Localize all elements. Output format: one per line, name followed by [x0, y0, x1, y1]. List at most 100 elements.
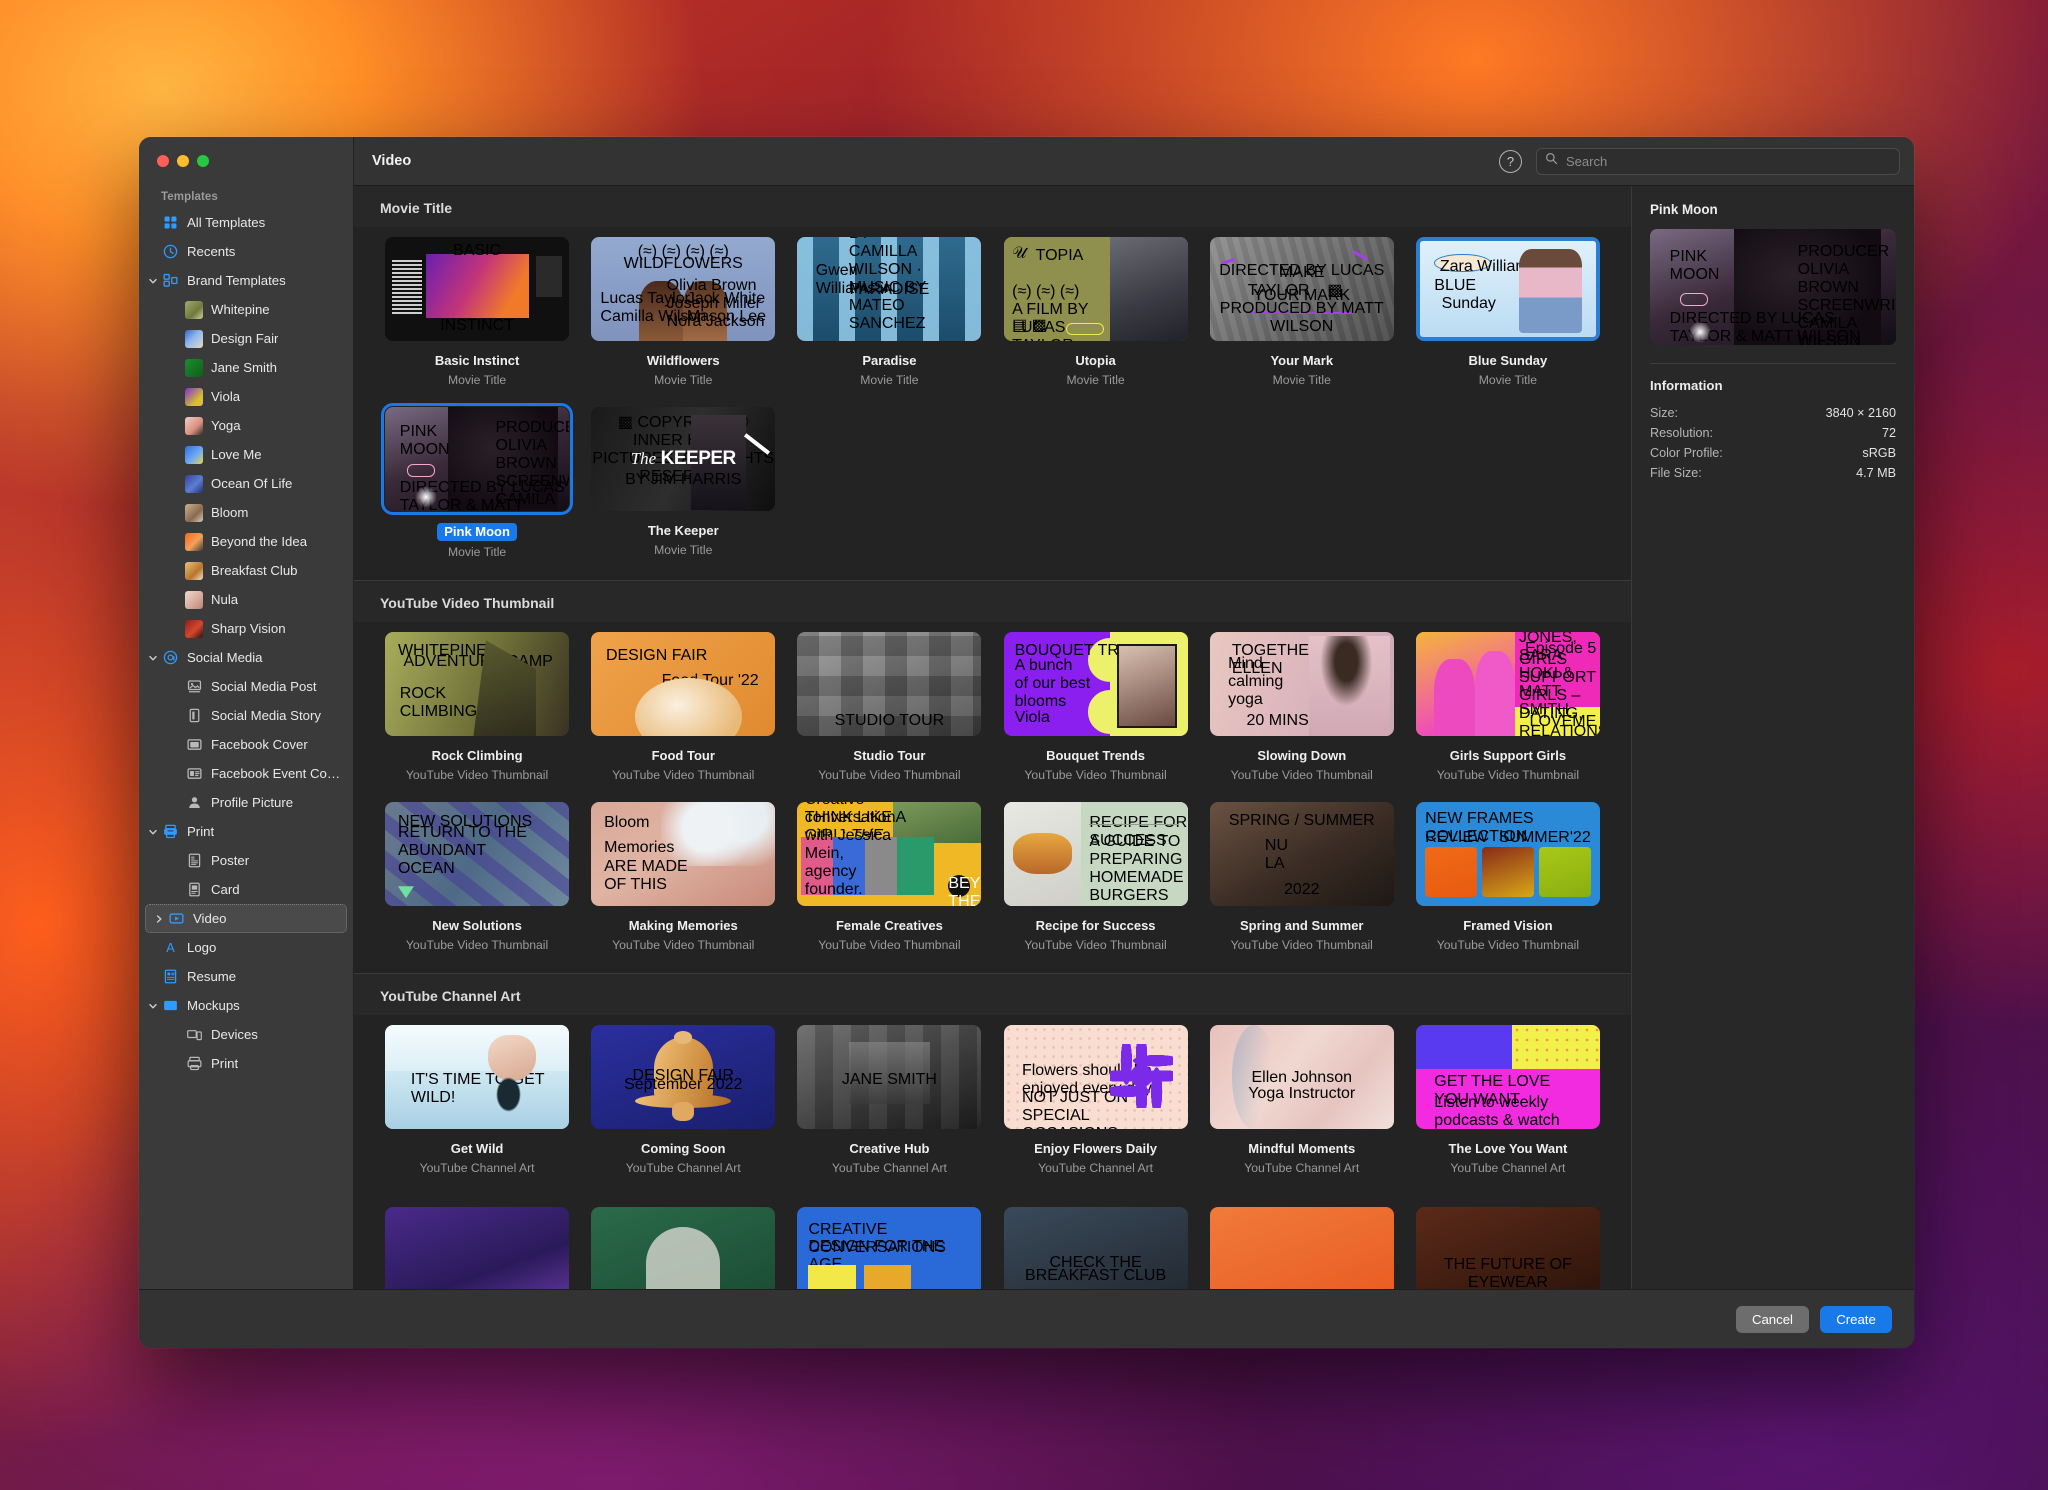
template-thumbnail[interactable] — [385, 1206, 570, 1289]
help-icon[interactable]: ? — [1499, 149, 1522, 173]
sidebar-item-social-media-story[interactable]: Social Media Story — [139, 701, 353, 730]
template-thumbnail[interactable]: WHITEPINE ADVENTURE CAMP ROCK CLIMBING — [385, 632, 570, 736]
chevron-down-icon[interactable] — [145, 1001, 161, 1011]
template-card[interactable]: IT'S TIME TO GET WILD! Get Wild YouTube C… — [378, 1019, 576, 1185]
template-thumbnail[interactable]: NEW FRAMES COLLECTION REVIEW SUMMER'22 — [1415, 801, 1600, 906]
template-card[interactable]: DESIGN FAIR Food Tour '22 Food Tour YouTu… — [584, 626, 782, 792]
template-thumbnail[interactable]: GET THE LOVE YOU WANT Listen to weekly po… — [1415, 1025, 1600, 1129]
template-card[interactable]: Zara Williams BLUE Sunday Blue Sunday Mov… — [1409, 231, 1607, 397]
template-thumbnail[interactable] — [1209, 1206, 1394, 1289]
sidebar-item-social-media-post[interactable]: Social Media Post — [139, 672, 353, 701]
template-thumbnail[interactable]: PINKMOON DIRECTED BY LUCASTAYLOR & MATT … — [381, 402, 574, 515]
template-card[interactable]: Flowers should be enjoyed every day NOT J… — [997, 1019, 1195, 1185]
template-card[interactable]: WHITEPINE ADVENTURE CAMP ROCK CLIMBING Roc… — [378, 626, 576, 792]
template-thumbnail[interactable]: BOUQUET TRENDS A bunch of our best blooms … — [1003, 632, 1188, 736]
sidebar-item-design-fair[interactable]: Design Fair — [139, 324, 353, 353]
template-card[interactable]: 𝒰 TOPIA (≈) (≈) (≈) A FILM BY LUCAS TAYL… — [997, 231, 1195, 397]
template-thumbnail[interactable]: Episode 5 GIRLS SUPPORT GIRLS – DATING, RE… — [1415, 632, 1600, 736]
template-thumbnail[interactable]: DESIGN FAIR Food Tour '22 — [591, 632, 776, 736]
template-card[interactable]: RECIPE FOR SUCCESS A GUIDE TO PREPARING HO… — [997, 796, 1195, 962]
template-thumbnail[interactable]: 𝒰 TOPIA (≈) (≈) (≈) A FILM BY LUCAS TAYL… — [1003, 237, 1188, 341]
template-thumbnail[interactable]: SPRING / SUMMER NU LA 2022 — [1209, 801, 1394, 906]
sidebar-item-viola[interactable]: Viola — [139, 382, 353, 411]
template-thumbnail[interactable]: IT'S TIME TO GET WILD! — [385, 1025, 570, 1129]
template-card[interactable]: SPRING / SUMMER NU LA 2022 Spring and Summ… — [1203, 796, 1401, 962]
template-card[interactable] — [584, 1201, 782, 1289]
template-card[interactable]: GET THE LOVE YOU WANT Listen to weekly po… — [1409, 1019, 1607, 1185]
sidebar-item-bloom[interactable]: Bloom — [139, 498, 353, 527]
sidebar-item-facebook-cover[interactable]: Facebook Cover — [139, 730, 353, 759]
template-card[interactable]: Episode 5 GIRLS SUPPORT GIRLS – DATING, RE… — [1409, 626, 1607, 792]
sidebar-item-yoga[interactable]: Yoga — [139, 411, 353, 440]
template-thumbnail[interactable]: Bloom Memories ARE MADE OF THIS — [591, 801, 776, 906]
template-card[interactable]: NEW SOLUTIONS RETURN TO THE ABUNDANT OCEAN… — [378, 796, 576, 962]
template-thumbnail[interactable]: PARADISE GwenWilliams in DIRECTED BY LUC… — [797, 237, 982, 341]
template-thumbnail[interactable]: BASIC INSTINCT — [385, 237, 570, 341]
search-field[interactable] — [1536, 147, 1900, 175]
template-thumbnail[interactable]: TOGETHER WITH ELLEN Mind calming yoga 20 M… — [1209, 632, 1394, 736]
sidebar-item-video[interactable]: Video — [145, 904, 347, 933]
template-card[interactable]: (≈) (≈) (≈) (≈) WILDFLOWERS Lucas Taylor… — [584, 231, 782, 397]
template-thumbnail[interactable] — [591, 1206, 776, 1289]
template-thumbnail[interactable]: THINK LIKE A GIRL: THEFEMALE CREATIVE AG… — [797, 801, 982, 906]
sidebar-item-love-me[interactable]: Love Me — [139, 440, 353, 469]
template-card[interactable]: Ellen Johnson Yoga Instructor Mindful Mom… — [1203, 1019, 1401, 1185]
template-card[interactable]: MAKE YOUR MARK DIRECTED BY LUCAS TAYLOR … — [1203, 231, 1401, 397]
template-card[interactable]: TOGETHER WITH ELLEN Mind calming yoga 20 M… — [1203, 626, 1401, 792]
template-card[interactable]: THE FUTURE OF EYEWEAR — [1409, 1201, 1607, 1289]
sidebar-item-all-templates[interactable]: All Templates — [139, 208, 353, 237]
template-thumbnail[interactable]: NEW SOLUTIONS RETURN TO THE ABUNDANT OCEAN — [385, 801, 570, 906]
chevron-down-icon[interactable] — [145, 653, 161, 663]
template-thumbnail[interactable]: ▩ COPYRIGHT © INNER HERO PICTURES. ALL R… — [591, 406, 776, 511]
template-card[interactable]: CREATIVE CONVERSATIONS DESIGN FOR THE AG… — [790, 1201, 988, 1289]
sidebar-item-print[interactable]: Print — [139, 817, 353, 846]
chevron-down-icon[interactable] — [145, 276, 161, 286]
search-input[interactable] — [1564, 152, 1891, 170]
template-card[interactable]: DESIGN FAIR September 2022 Coming Soon You… — [584, 1019, 782, 1185]
sidebar-item-mockups[interactable]: Mockups — [139, 991, 353, 1020]
template-thumbnail[interactable]: THE FUTURE OF EYEWEAR — [1415, 1206, 1600, 1289]
sidebar-item-poster[interactable]: Poster — [139, 846, 353, 875]
sidebar-item-profile-picture[interactable]: Profile Picture — [139, 788, 353, 817]
sidebar-item-breakfast-club[interactable]: Breakfast Club — [139, 556, 353, 585]
create-button[interactable]: Create — [1820, 1305, 1892, 1333]
template-card[interactable]: THINK LIKE A GIRL: THEFEMALE CREATIVE AG… — [790, 796, 988, 962]
sidebar-item-print[interactable]: Print — [139, 1049, 353, 1078]
template-thumbnail[interactable]: (≈) (≈) (≈) (≈) WILDFLOWERS Lucas Taylor… — [591, 237, 776, 341]
template-card[interactable] — [378, 1201, 576, 1289]
template-card[interactable]: PARADISE GwenWilliams in DIRECTED BY LUC… — [790, 231, 988, 397]
template-thumbnail[interactable]: Flowers should be enjoyed every day NOT J… — [1003, 1025, 1188, 1129]
chevron-down-icon[interactable] — [145, 827, 161, 837]
template-thumbnail[interactable]: JANE SMITH — [797, 1025, 982, 1129]
sidebar-item-brand-templates[interactable]: Brand Templates — [139, 266, 353, 295]
sidebar-item-whitepine[interactable]: Whitepine — [139, 295, 353, 324]
template-card[interactable]: CHECK THE BREAKFAST CLUB — [997, 1201, 1195, 1289]
sidebar-item-ocean-of-life[interactable]: Ocean Of Life — [139, 469, 353, 498]
template-grid-scroll[interactable]: Movie Title BASIC INSTINCT Basic Instinct… — [354, 186, 1631, 1289]
template-card[interactable]: PINKMOON DIRECTED BY LUCASTAYLOR & MATT … — [378, 401, 576, 569]
template-thumbnail[interactable]: Zara Williams BLUE Sunday — [1415, 237, 1600, 341]
sidebar-item-beyond-the-idea[interactable]: Beyond the Idea — [139, 527, 353, 556]
template-card[interactable] — [1203, 1201, 1401, 1289]
template-thumbnail[interactable]: CHECK THE BREAKFAST CLUB — [1003, 1206, 1188, 1289]
template-thumbnail[interactable]: CREATIVE CONVERSATIONS DESIGN FOR THE AG… — [797, 1206, 982, 1289]
sidebar-item-sharp-vision[interactable]: Sharp Vision — [139, 614, 353, 643]
template-thumbnail[interactable]: Ellen Johnson Yoga Instructor — [1209, 1025, 1394, 1129]
template-thumbnail[interactable]: RECIPE FOR SUCCESS A GUIDE TO PREPARING HO… — [1003, 801, 1188, 906]
sidebar-item-recents[interactable]: Recents — [139, 237, 353, 266]
sidebar-item-devices[interactable]: Devices — [139, 1020, 353, 1049]
template-card[interactable]: STUDIO TOUR Studio Tour YouTube Video Thum… — [790, 626, 988, 792]
sidebar-item-facebook-event-co[interactable]: Facebook Event Co… — [139, 759, 353, 788]
sidebar-item-resume[interactable]: Resume — [139, 962, 353, 991]
template-thumbnail[interactable]: STUDIO TOUR — [797, 632, 982, 736]
template-card[interactable]: JANE SMITH Creative Hub YouTube Channel Ar… — [790, 1019, 988, 1185]
sidebar-list[interactable]: Templates All Templates Recents Brand Temp… — [139, 185, 353, 1289]
template-card[interactable]: BASIC INSTINCT Basic Instinct Movie Title — [378, 231, 576, 397]
chevron-right-icon[interactable] — [151, 914, 167, 924]
close-button[interactable] — [157, 155, 169, 167]
sidebar-item-social-media[interactable]: Social Media — [139, 643, 353, 672]
template-thumbnail[interactable]: MAKE YOUR MARK DIRECTED BY LUCAS TAYLOR … — [1209, 237, 1394, 341]
minimize-button[interactable] — [177, 155, 189, 167]
maximize-button[interactable] — [197, 155, 209, 167]
template-card[interactable]: NEW FRAMES COLLECTION REVIEW SUMMER'22 F… — [1409, 796, 1607, 962]
